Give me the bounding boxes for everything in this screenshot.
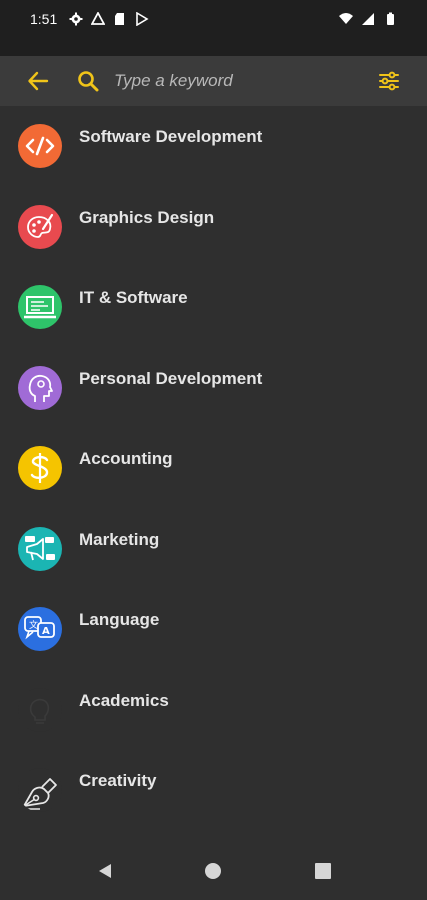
- back-arrow-icon: [28, 71, 49, 91]
- drive-icon: [91, 12, 106, 25]
- bulb-icon: [18, 687, 62, 732]
- pen-nib-icon: [18, 768, 62, 812]
- status-system-icons: [339, 12, 397, 26]
- circle-home-icon: [205, 863, 221, 879]
- category-label: IT & Software: [79, 288, 188, 307]
- category-label: Creativity: [79, 771, 157, 790]
- category-item-accounting[interactable]: Accounting: [0, 430, 427, 511]
- monitor-icon: [18, 285, 62, 329]
- category-item-graphics-design[interactable]: Graphics Design: [0, 189, 427, 270]
- status-bar: 1:51: [0, 0, 427, 38]
- system-navigation-bar: [0, 844, 427, 900]
- triangle-back-icon: [99, 864, 111, 878]
- settings-icon: [69, 12, 83, 26]
- back-button[interactable]: [18, 61, 58, 101]
- signal-icon: [362, 13, 374, 25]
- play-store-icon: [136, 12, 149, 26]
- palette-icon: [18, 204, 62, 249]
- megaphone-icon: [18, 526, 62, 571]
- head-icon: [18, 365, 62, 410]
- dollar-icon: [18, 446, 62, 490]
- sliders-icon: [379, 71, 399, 91]
- search-icon: [76, 69, 100, 93]
- category-label: Graphics Design: [79, 207, 215, 227]
- code-icon: [18, 124, 62, 168]
- filter-button[interactable]: [369, 61, 409, 101]
- svg-text:A: A: [42, 626, 50, 637]
- category-label: Personal Development: [79, 368, 263, 388]
- translate-icon: 文 A: [18, 607, 62, 651]
- status-time: 1:51: [30, 11, 58, 27]
- category-item-personal-development[interactable]: Personal Development: [0, 350, 427, 431]
- category-label: Accounting: [79, 449, 173, 468]
- category-item-creativity[interactable]: Creativity: [0, 752, 427, 833]
- category-item-language[interactable]: 文 A Language: [0, 591, 427, 672]
- category-label: Software Development: [79, 127, 263, 146]
- category-list: Software Development Graphics Design IT: [0, 108, 427, 833]
- category-label: Academics: [79, 690, 169, 710]
- nav-recents-button[interactable]: [310, 858, 336, 884]
- category-item-it-software[interactable]: IT & Software: [0, 269, 427, 350]
- wifi-icon: [339, 13, 353, 24]
- category-item-software-development[interactable]: Software Development: [0, 108, 427, 189]
- battery-icon: [387, 12, 394, 25]
- status-notification-icons: [69, 12, 149, 26]
- category-item-academics[interactable]: Academics: [0, 672, 427, 753]
- nav-back-button[interactable]: [92, 858, 118, 884]
- search-toolbar: [0, 56, 427, 106]
- category-item-marketing[interactable]: Marketing: [0, 511, 427, 592]
- sd-card-icon: [115, 13, 125, 25]
- square-recents-icon: [315, 863, 331, 879]
- category-label: Marketing: [79, 529, 160, 549]
- search-input[interactable]: [114, 63, 369, 99]
- nav-home-button[interactable]: [200, 858, 226, 884]
- toolbar-spacer: [0, 38, 427, 56]
- svg-text:文: 文: [29, 619, 38, 631]
- category-label: Language: [79, 610, 160, 629]
